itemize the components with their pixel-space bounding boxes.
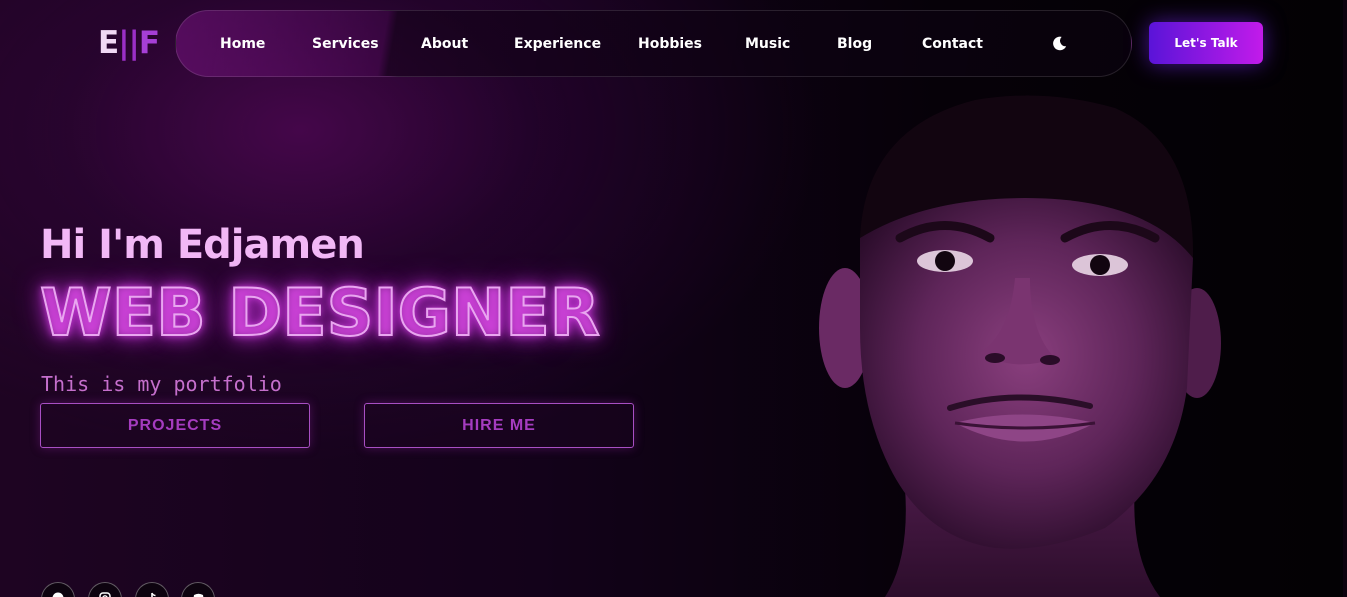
hire-me-button[interactable]: HIRE ME xyxy=(364,403,634,448)
nav-services[interactable]: Services xyxy=(312,35,379,53)
projects-button[interactable]: PROJECTS xyxy=(40,403,310,448)
nav-about[interactable]: About xyxy=(421,35,468,53)
instagram-icon[interactable] xyxy=(88,582,122,597)
lets-talk-button[interactable]: Let's Talk xyxy=(1149,22,1263,64)
nav-blog[interactable]: Blog xyxy=(837,35,872,53)
profile-portrait xyxy=(819,95,1221,597)
logo-bars: || xyxy=(118,25,140,61)
nav-hobbies[interactable]: Hobbies xyxy=(638,35,702,53)
moon-icon[interactable] xyxy=(1051,35,1068,52)
nav-experience[interactable]: Experience xyxy=(514,35,601,53)
logo-letter-f: F xyxy=(138,25,160,61)
hero-role-title: WEB DESIGNER xyxy=(39,275,601,352)
tiktok-icon[interactable] xyxy=(135,582,169,597)
site-logo[interactable]: E||F xyxy=(98,25,160,61)
discord-icon[interactable] xyxy=(181,582,215,597)
hero-subtitle: This is my portfolio xyxy=(41,372,282,396)
facebook-icon[interactable] xyxy=(41,582,75,597)
logo-letter-e: E xyxy=(98,25,119,61)
nav-home[interactable]: Home xyxy=(220,35,265,53)
nav-contact[interactable]: Contact xyxy=(922,35,983,53)
page-scrollbar[interactable] xyxy=(1343,0,1347,597)
nav-music[interactable]: Music xyxy=(745,35,790,53)
main-navbar: Home Services About Experience Hobbies M… xyxy=(175,10,1132,77)
hero-greeting: Hi I'm Edjamen xyxy=(40,222,365,268)
